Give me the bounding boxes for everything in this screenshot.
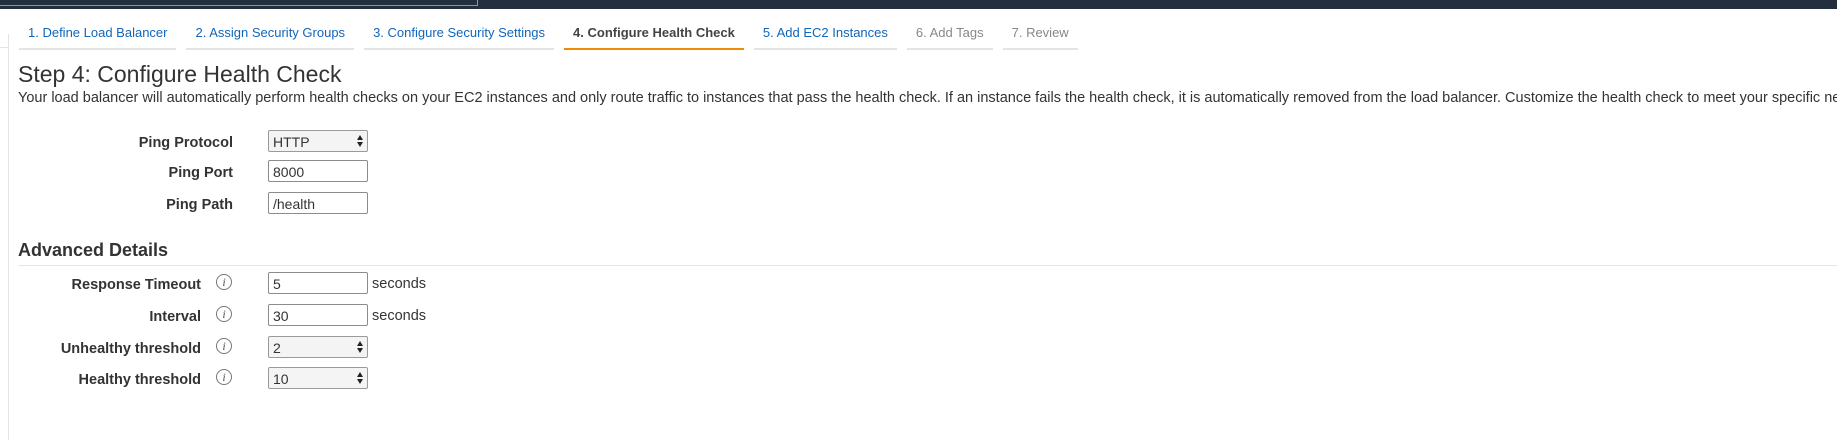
- wizard-tab-configure-security-settings[interactable]: 3. Configure Security Settings: [364, 21, 555, 50]
- ping-protocol-select[interactable]: HTTP: [268, 130, 368, 152]
- ping-path-input[interactable]: /health: [268, 192, 368, 214]
- top-bar-outline: [0, 0, 478, 6]
- wizard-steps: 1. Define Load Balancer 2. Assign Securi…: [19, 21, 1088, 50]
- select-arrows-icon: [357, 341, 363, 353]
- ping-port-label: Ping Port: [168, 165, 233, 181]
- wizard-tab-configure-health-check[interactable]: 4. Configure Health Check: [564, 21, 744, 50]
- unhealthy-threshold-label: Unhealthy threshold: [60, 341, 201, 357]
- left-panel-divider-tick: [0, 47, 8, 48]
- ping-port-row: Ping Port 8000: [0, 160, 400, 186]
- response-timeout-unit: seconds: [372, 276, 427, 292]
- healthy-threshold-value: 10: [273, 371, 289, 387]
- response-timeout-label: Response Timeout: [71, 277, 201, 293]
- interval-unit: seconds: [372, 308, 427, 324]
- healthy-threshold-row: Healthy threshold i 10: [0, 367, 500, 393]
- info-icon[interactable]: i: [216, 274, 232, 290]
- step-description: Your load balancer will automatically pe…: [18, 90, 1837, 106]
- select-arrows-icon: [357, 372, 363, 384]
- info-icon[interactable]: i: [216, 369, 232, 385]
- interval-input[interactable]: 30: [268, 304, 368, 326]
- unhealthy-threshold-select[interactable]: 2: [268, 336, 368, 358]
- unhealthy-threshold-row: Unhealthy threshold i 2: [0, 336, 500, 362]
- response-timeout-input[interactable]: 5: [268, 272, 368, 294]
- healthy-threshold-label: Healthy threshold: [78, 372, 201, 388]
- ping-path-row: Ping Path /health: [0, 192, 400, 218]
- wizard-tab-add-ec2-instances[interactable]: 5. Add EC2 Instances: [753, 21, 897, 50]
- interval-row: Interval i 30 seconds: [0, 304, 500, 330]
- info-icon[interactable]: i: [216, 306, 232, 322]
- console-top-bar: [0, 0, 1837, 9]
- ping-port-input[interactable]: 8000: [268, 160, 368, 182]
- interval-label: Interval: [149, 309, 201, 325]
- response-timeout-row: Response Timeout i 5 seconds: [0, 272, 500, 298]
- wizard-tab-assign-security-groups[interactable]: 2. Assign Security Groups: [186, 21, 355, 50]
- ping-path-label: Ping Path: [166, 197, 233, 213]
- unhealthy-threshold-value: 2: [273, 340, 281, 356]
- ping-protocol-label: Ping Protocol: [138, 135, 233, 151]
- page-title: Step 4: Configure Health Check: [18, 61, 342, 87]
- select-arrows-icon: [357, 135, 363, 147]
- info-icon[interactable]: i: [216, 338, 232, 354]
- wizard-tab-review: 7. Review: [1002, 21, 1078, 50]
- wizard-tab-add-tags: 6. Add Tags: [906, 21, 993, 50]
- wizard-tab-define-load-balancer[interactable]: 1. Define Load Balancer: [19, 21, 177, 50]
- ping-protocol-value: HTTP: [273, 134, 310, 150]
- section-divider: [18, 265, 1837, 266]
- ping-protocol-row: Ping Protocol HTTP: [0, 130, 400, 156]
- advanced-details-heading: Advanced Details: [18, 240, 169, 260]
- healthy-threshold-select[interactable]: 10: [268, 367, 368, 389]
